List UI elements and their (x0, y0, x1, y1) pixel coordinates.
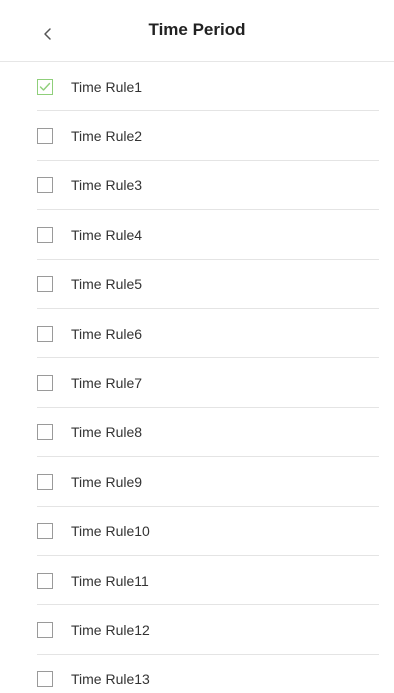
time-rule-checkbox[interactable] (37, 78, 53, 95)
checkmark-icon (39, 82, 51, 91)
header-bar: Time Period (0, 0, 394, 62)
time-rule-label: Time Rule6 (71, 325, 143, 342)
time-rule-label: Time Rule7 (71, 375, 143, 392)
time-rule-row[interactable]: Time Rule4 (0, 210, 394, 260)
page-title: Time Period (148, 19, 246, 39)
time-rule-label: Time Rule11 (71, 572, 149, 589)
time-rule-checkbox[interactable] (37, 671, 53, 688)
time-rule-row[interactable]: Time Rule9 (0, 457, 394, 507)
time-rule-list: Time Rule1 Time Rule2 Time Rule3 Time Rule4… (0, 62, 394, 693)
time-rule-label: Time Rule3 (71, 177, 143, 194)
time-rule-checkbox[interactable] (37, 375, 53, 392)
time-rule-row[interactable]: Time Rule5 (0, 260, 394, 310)
time-rule-row[interactable]: Time Rule2 (0, 111, 394, 162)
time-rule-checkbox[interactable] (37, 177, 53, 194)
time-rule-row[interactable]: Time Rule7 (0, 358, 394, 409)
time-rule-checkbox[interactable] (37, 226, 53, 243)
time-rule-checkbox[interactable] (37, 325, 53, 342)
time-period-screen: Time Period Time Rule1 Time Rule2 Time Rul… (0, 0, 394, 693)
time-rule-label: Time Rule2 (71, 128, 143, 145)
time-rule-row[interactable]: Time Rule6 (0, 309, 394, 359)
time-rule-checkbox[interactable] (37, 276, 53, 293)
time-rule-checkbox[interactable] (37, 473, 53, 490)
time-rule-row[interactable]: Time Rule1 (0, 62, 394, 112)
time-rule-checkbox[interactable] (37, 424, 53, 441)
time-rule-row[interactable]: Time Rule12 (0, 605, 394, 656)
time-rule-row[interactable]: Time Rule3 (0, 161, 394, 211)
time-rule-label: Time Rule8 (71, 424, 143, 441)
time-rule-label: Time Rule9 (71, 473, 143, 490)
time-rule-checkbox[interactable] (37, 572, 53, 589)
time-rule-label: Time Rule1 (71, 78, 143, 95)
time-rule-row[interactable]: Time Rule8 (0, 408, 394, 458)
time-rule-row[interactable]: Time Rule13 (0, 655, 394, 693)
time-rule-checkbox[interactable] (37, 523, 53, 540)
back-button[interactable] (36, 22, 60, 46)
time-rule-checkbox[interactable] (37, 621, 53, 638)
time-rule-label: Time Rule13 (71, 671, 150, 688)
time-rule-label: Time Rule4 (71, 226, 143, 243)
time-rule-label: Time Rule5 (71, 276, 143, 293)
time-rule-label: Time Rule10 (71, 523, 150, 540)
time-rule-row[interactable]: Time Rule11 (0, 556, 394, 606)
time-rule-label: Time Rule12 (71, 621, 150, 638)
time-rule-checkbox[interactable] (37, 128, 53, 145)
chevron-left-icon (44, 28, 51, 40)
time-rule-row[interactable]: Time Rule10 (0, 507, 394, 557)
